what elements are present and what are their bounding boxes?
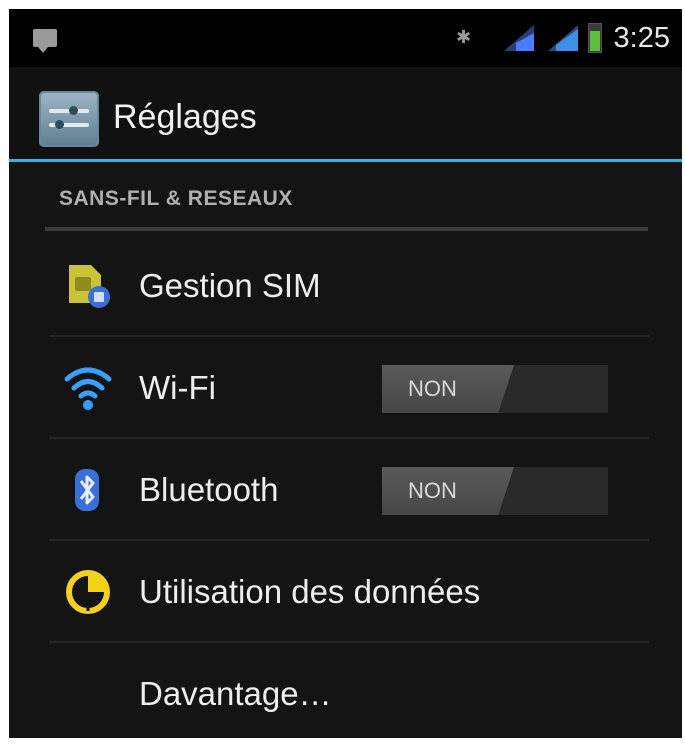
settings-item-sim[interactable]: Gestion SIM xyxy=(9,235,682,337)
phone-screen: ✱ 3:25 Réglages SANS-FIL & RESEAUX Gesti… xyxy=(9,9,682,738)
notification-icon xyxy=(33,29,57,53)
signal-2-icon xyxy=(547,25,578,51)
sim-card-icon xyxy=(69,265,110,308)
settings-item-label: Wi-Fi xyxy=(139,369,216,406)
section-header: SANS-FIL & RESEAUX xyxy=(59,187,293,210)
section-divider xyxy=(45,227,648,231)
settings-item-more[interactable]: Davantage… xyxy=(9,643,682,738)
mute-icon: ✱ xyxy=(456,27,472,48)
battery-icon xyxy=(587,23,602,53)
settings-item-label: Davantage… xyxy=(139,675,332,712)
settings-item-label: Utilisation des données xyxy=(139,573,481,610)
toggle-state: NON xyxy=(408,376,457,401)
wifi-icon xyxy=(64,367,112,410)
bluetooth-icon xyxy=(75,469,99,511)
signal-1-icon xyxy=(503,25,534,51)
status-icons: ✱ 3:25 xyxy=(454,19,670,57)
toggle-state: NON xyxy=(408,478,457,503)
action-bar: Réglages xyxy=(9,67,682,162)
wifi-toggle[interactable]: NON xyxy=(382,365,608,413)
bluetooth-toggle[interactable]: NON xyxy=(382,467,608,515)
settings-item-data-usage[interactable]: Utilisation des données xyxy=(9,541,682,643)
settings-item-label: Gestion SIM xyxy=(139,267,321,304)
data-usage-icon xyxy=(66,570,110,614)
status-bar: ✱ 3:25 xyxy=(9,9,682,67)
settings-app-icon[interactable] xyxy=(39,91,99,147)
settings-item-wifi[interactable]: Wi-Fi NON xyxy=(9,337,682,439)
page-title: Réglages xyxy=(113,98,257,136)
settings-item-label: Bluetooth xyxy=(139,471,279,508)
clock: 3:25 xyxy=(613,21,670,54)
settings-item-bluetooth[interactable]: Bluetooth NON xyxy=(9,439,682,541)
